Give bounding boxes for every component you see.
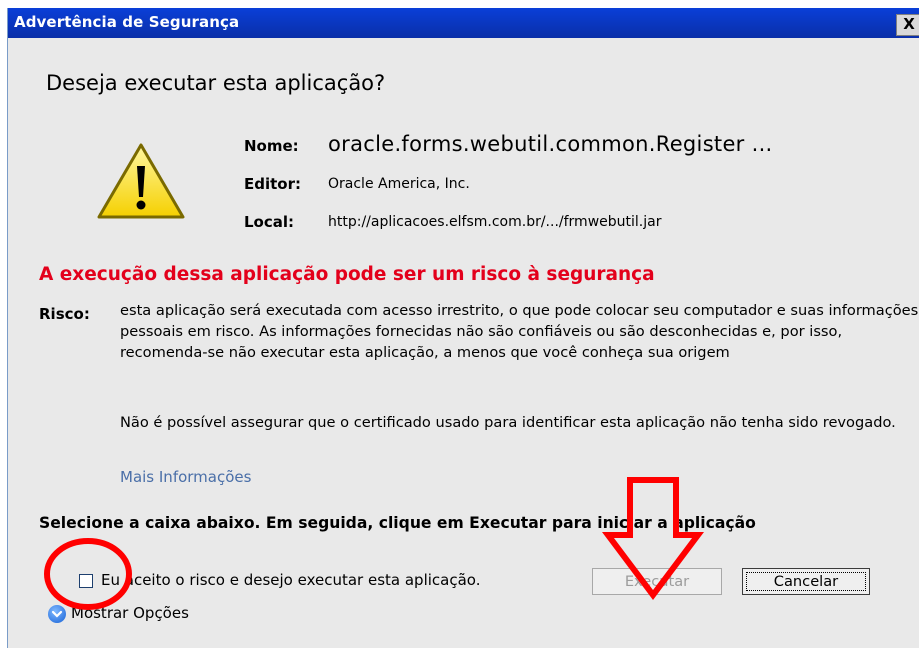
checkbox-highlight-circle [44,538,132,610]
annotation-overlay [44,477,704,610]
run-button-arrow [602,477,704,600]
